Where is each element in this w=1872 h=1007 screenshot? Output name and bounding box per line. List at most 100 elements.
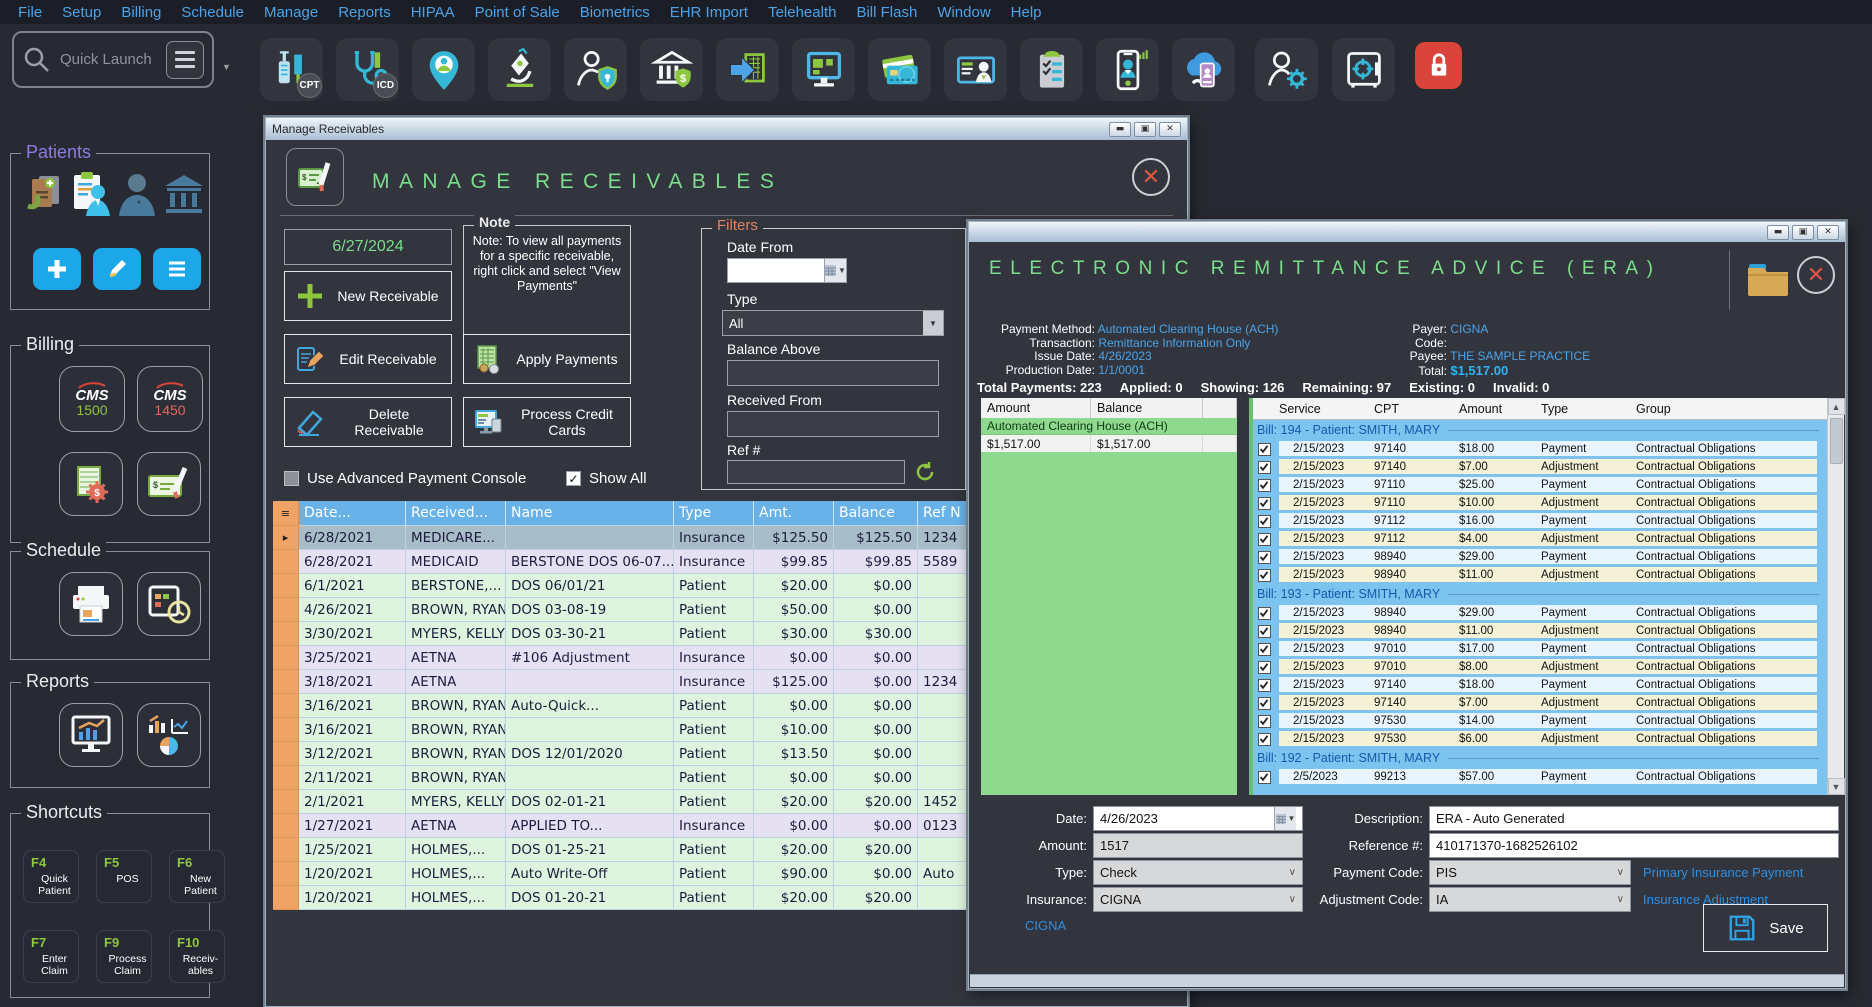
menu-item-window[interactable]: Window <box>927 4 1000 21</box>
toolbar-point-of-sale-icon[interactable] <box>792 38 855 101</box>
row-checkbox-checked[interactable] <box>1258 479 1271 492</box>
row-selector[interactable] <box>273 886 299 910</box>
shortcut-f6[interactable]: F6New Patient <box>169 850 225 903</box>
hamburger-menu-icon[interactable] <box>166 41 204 79</box>
report-charts-button[interactable] <box>137 703 201 767</box>
era-amount-input[interactable]: 1517 <box>1093 833 1303 858</box>
row-checkbox-checked[interactable] <box>1258 461 1271 474</box>
patient-list-button[interactable] <box>153 248 201 290</box>
toolbar-icd-codes-icon[interactable]: ICD <box>336 38 399 101</box>
minimize-button[interactable]: ▬ <box>1109 122 1131 137</box>
calendar-icon[interactable]: ▼ <box>824 259 846 282</box>
print-schedule-button[interactable] <box>59 572 123 636</box>
cpt-column-header[interactable]: CPT <box>1374 398 1459 419</box>
shortcut-f4[interactable]: F4Quick Patient <box>23 850 79 903</box>
row-selector[interactable] <box>273 790 299 814</box>
checkbox-checked-icon[interactable]: ✓ <box>566 471 581 486</box>
toolbar-insurance-bank-icon[interactable]: $ <box>640 38 703 101</box>
row-checkbox-checked[interactable] <box>1258 679 1271 692</box>
scroll-down-icon[interactable]: ▼ <box>1828 778 1845 795</box>
service-line-row[interactable]: 2/15/202397140$18.00PaymentContractual O… <box>1249 676 1827 694</box>
cms-1450-button[interactable]: CMS 1450 <box>137 366 203 432</box>
service-line-row[interactable]: 2/15/202397140$7.00AdjustmentContractual… <box>1249 458 1827 476</box>
insurance-bank-icon[interactable] <box>161 172 207 216</box>
refresh-icon[interactable] <box>914 461 936 483</box>
toolbar-telehealth-phone-icon[interactable] <box>1096 38 1159 101</box>
service-line-row[interactable]: 2/15/202397530$14.00PaymentContractual O… <box>1249 712 1827 730</box>
column-header[interactable]: Type <box>674 501 754 526</box>
era-insurance-select[interactable]: CIGNA∨ <box>1093 887 1303 912</box>
maximize-button[interactable]: ▣ <box>1134 122 1156 137</box>
service-line-row[interactable]: 2/15/202397110$25.00PaymentContractual O… <box>1249 476 1827 494</box>
row-selector[interactable] <box>273 550 299 574</box>
row-checkbox-checked[interactable] <box>1258 515 1271 528</box>
era-services-list[interactable]: Service CPT Amount Type Group Bill: 194 … <box>1249 398 1827 795</box>
patient-chart-icon[interactable] <box>68 170 112 218</box>
amount-column-header[interactable]: Amount <box>1459 398 1541 419</box>
ref-number-input[interactable] <box>727 460 905 484</box>
quick-launch-dropdown-arrow[interactable]: ▼ <box>222 62 231 72</box>
type-column-header[interactable]: Type <box>1541 398 1636 419</box>
scroll-up-icon[interactable]: ▲ <box>1828 398 1845 415</box>
group-column-header[interactable]: Group <box>1636 398 1827 419</box>
row-selector[interactable] <box>273 838 299 862</box>
report-viewer-button[interactable] <box>59 703 123 767</box>
dropdown-arrow-icon[interactable]: ▼ <box>923 311 943 335</box>
row-checkbox-checked[interactable] <box>1258 607 1271 620</box>
shortcut-f7[interactable]: F7Enter Claim <box>23 930 79 983</box>
row-checkbox-checked[interactable] <box>1258 771 1271 784</box>
edit-patient-button[interactable] <box>93 248 141 290</box>
era-maximize-button[interactable]: ▣ <box>1792 225 1814 240</box>
type-filter-select[interactable]: All ▼ <box>722 310 944 336</box>
toolbar-provider-location-icon[interactable] <box>412 38 475 101</box>
menu-item-biometrics[interactable]: Biometrics <box>570 4 660 21</box>
mr-title-bar[interactable]: Manage Receivables ▬ ▣ ✕ <box>266 118 1187 140</box>
row-checkbox-checked[interactable] <box>1258 715 1271 728</box>
column-header[interactable]: Balance <box>834 501 918 526</box>
row-selector[interactable] <box>273 574 299 598</box>
service-line-row[interactable]: 2/15/202397530$6.00AdjustmentContractual… <box>1249 730 1827 748</box>
print-checks-button[interactable]: $ <box>137 452 201 516</box>
patient-icon[interactable] <box>116 172 158 216</box>
apply-payments-button[interactable]: Apply Payments <box>463 334 631 384</box>
row-selector[interactable] <box>273 862 299 886</box>
edit-receivable-button[interactable]: Edit Receivable <box>284 334 452 384</box>
row-checkbox-checked[interactable] <box>1258 569 1271 582</box>
service-line-row[interactable]: 2/15/202397112$4.00AdjustmentContractual… <box>1249 530 1827 548</box>
shortcut-f5[interactable]: F5POS <box>96 850 152 903</box>
row-selector[interactable] <box>273 766 299 790</box>
service-line-row[interactable]: 2/15/202398940$29.00PaymentContractual O… <box>1249 604 1827 622</box>
menu-item-ehr-import[interactable]: EHR Import <box>660 4 758 21</box>
row-checkbox-checked[interactable] <box>1258 625 1271 638</box>
row-checkbox-checked[interactable] <box>1258 643 1271 656</box>
toolbar-cloud-ehr-icon[interactable] <box>1172 38 1235 101</box>
era-minimize-button[interactable]: ▬ <box>1767 225 1789 240</box>
row-selector[interactable] <box>273 622 299 646</box>
menu-item-manage[interactable]: Manage <box>254 4 328 21</box>
payment-code-select[interactable]: PIS∨ <box>1429 860 1631 885</box>
statements-button[interactable]: $ <box>59 452 123 516</box>
patient-documents-icon[interactable] <box>23 172 65 216</box>
service-line-row[interactable]: 2/15/202398940$11.00AdjustmentContractua… <box>1249 566 1827 584</box>
menu-item-schedule[interactable]: Schedule <box>171 4 254 21</box>
row-selector[interactable] <box>273 646 299 670</box>
toolbar-vault-icon[interactable] <box>1332 38 1395 101</box>
row-checkbox-checked[interactable] <box>1258 697 1271 710</box>
row-selector[interactable] <box>273 742 299 766</box>
close-button[interactable]: ✕ <box>1159 122 1181 137</box>
menu-item-setup[interactable]: Setup <box>52 4 111 21</box>
add-patient-button[interactable] <box>33 248 81 290</box>
row-checkbox-checked[interactable] <box>1258 497 1271 510</box>
row-checkbox-checked[interactable] <box>1258 533 1271 546</box>
service-column-header[interactable]: Service <box>1279 398 1374 419</box>
service-line-row[interactable]: 2/15/202398940$11.00AdjustmentContractua… <box>1249 622 1827 640</box>
toolbar-export-claims-icon[interactable] <box>716 38 779 101</box>
toolbar-patient-security-icon[interactable] <box>564 38 627 101</box>
column-header[interactable]: Received... <box>406 501 506 526</box>
row-selector[interactable] <box>273 670 299 694</box>
services-scrollbar[interactable]: ▲ ▼ <box>1827 398 1844 795</box>
menu-item-reports[interactable]: Reports <box>328 4 401 21</box>
row-selector[interactable] <box>273 694 299 718</box>
toolbar-user-settings-icon[interactable] <box>1255 38 1318 101</box>
service-line-row[interactable]: 2/15/202397140$18.00PaymentContractual O… <box>1249 440 1827 458</box>
